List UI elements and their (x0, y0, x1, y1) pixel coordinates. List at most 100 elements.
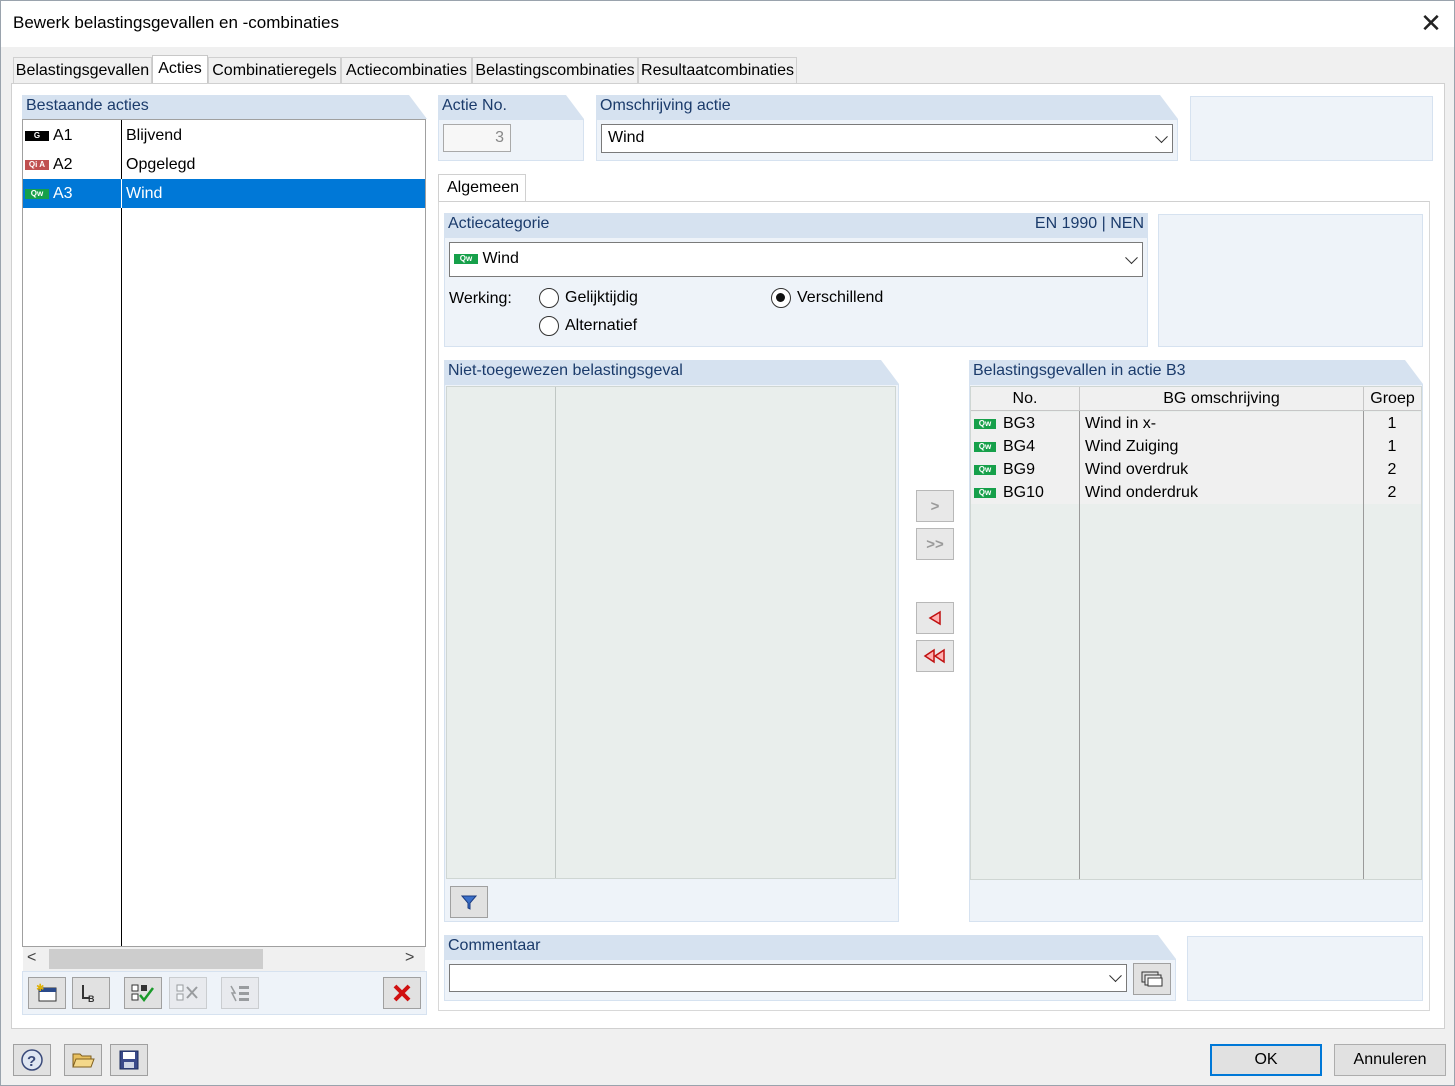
unassigned-header: Niet-toegewezen belastingsgeval (444, 360, 899, 384)
title-bar: Bewerk belastingsgevallen en -combinatie… (1, 1, 1454, 47)
column-header-no[interactable]: No. (971, 387, 1079, 411)
tab-resultaatcombinaties[interactable]: Resultaatcombinaties (638, 57, 797, 84)
scroll-right-icon[interactable]: > (405, 949, 414, 967)
help-icon: ? (21, 1049, 43, 1071)
list-item-id: A3 (53, 185, 73, 202)
save-button[interactable] (110, 1044, 148, 1076)
actions-toolbar: ✱ B (22, 971, 427, 1015)
category-title: Actiecategorie (448, 215, 550, 232)
svg-text:B: B (88, 994, 95, 1004)
werking-label: Werking: (449, 290, 512, 307)
imposed-badge-icon: Qi A (25, 159, 49, 170)
category-group: Qw Wind Werking: Gelijktijdig Verschille… (444, 237, 1148, 347)
list-item-name: Wind (126, 185, 163, 202)
tab-belastingsgevallen[interactable]: Belastingsgevallen (13, 57, 152, 84)
wind-badge-icon: Qw (974, 441, 996, 452)
row-no: BG4 (1003, 438, 1036, 455)
column-header-group[interactable]: Groep (1363, 387, 1421, 411)
delete-icon[interactable] (383, 977, 421, 1009)
action-no-field[interactable]: 3 (443, 124, 511, 152)
check-all-icon[interactable] (124, 977, 162, 1009)
tab-combinatieregels[interactable]: Combinatieregels (208, 57, 341, 84)
move-all-right-button[interactable]: >> (916, 528, 954, 560)
list-divider (121, 179, 122, 208)
comment-header: Commentaar (444, 935, 1176, 959)
arrow-left-icon (928, 610, 941, 626)
radio-verschillend[interactable]: Verschillend (771, 288, 883, 308)
move-left-button[interactable] (916, 602, 954, 634)
column-header-desc[interactable]: BG omschrijving (1079, 387, 1363, 411)
scrollbar-thumb[interactable] (49, 949, 263, 969)
action-desc-value: Wind (608, 129, 645, 146)
window-title: Bewerk belastingsgevallen en -combinatie… (13, 13, 340, 32)
actions-list: G A1 Blijvend Qi A A2 Opgelegd Qw A3 Win… (22, 119, 426, 947)
unassigned-grid[interactable] (446, 386, 896, 879)
row-no: BG10 (1003, 484, 1044, 501)
radio-circle[interactable] (771, 288, 791, 308)
row-group: 2 (1387, 461, 1397, 478)
move-right-button[interactable]: > (916, 490, 954, 522)
chevron-down-icon[interactable] (1109, 969, 1122, 983)
row-group: 1 (1387, 438, 1397, 455)
generate-icon[interactable] (221, 977, 259, 1009)
row-desc: Wind Zuiging (1085, 438, 1179, 455)
info-panel-comment (1187, 936, 1423, 1001)
comment-combo[interactable] (449, 964, 1127, 992)
ok-button[interactable]: OK (1210, 1044, 1322, 1076)
new-action-icon[interactable]: ✱ (28, 977, 66, 1009)
table-row[interactable]: Qw BG3 Wind in x- 1 (971, 412, 1421, 435)
info-panel-top (1190, 96, 1433, 161)
wind-badge-icon: Qw (974, 487, 996, 498)
row-no: BG9 (1003, 461, 1036, 478)
assigned-header: Belastingsgevallen in actie B3 (969, 360, 1423, 384)
radio-circle[interactable] (539, 288, 559, 308)
cancel-button[interactable]: Annuleren (1334, 1044, 1446, 1076)
chevron-down-icon[interactable] (1155, 129, 1168, 143)
open-button[interactable] (64, 1044, 102, 1076)
renumber-icon[interactable]: B (72, 977, 110, 1009)
list-item-a1[interactable]: G A1 Blijvend (23, 121, 425, 150)
row-desc: Wind overdruk (1085, 461, 1189, 478)
tab-acties[interactable]: Acties (152, 55, 208, 85)
table-row[interactable]: Qw BG10 Wind onderdruk 2 (971, 481, 1421, 504)
scroll-left-icon[interactable]: < (27, 949, 36, 967)
chevron-down-icon[interactable] (1125, 250, 1138, 264)
row-desc: Wind in x- (1085, 415, 1157, 432)
radio-label: Gelijktijdig (565, 289, 638, 306)
category-combo[interactable]: Qw Wind (449, 242, 1143, 277)
category-value: Wind (482, 250, 519, 267)
list-item-a2[interactable]: Qi A A2 Opgelegd (23, 150, 425, 179)
action-desc-combo[interactable]: Wind (601, 124, 1173, 153)
close-icon[interactable]: ✕ (1415, 7, 1447, 39)
table-row[interactable]: Qw BG4 Wind Zuiging 1 (971, 435, 1421, 458)
radio-gelijktijdig[interactable]: Gelijktijdig (539, 288, 638, 308)
radio-alternatief[interactable]: Alternatief (539, 316, 637, 336)
list-item-a3[interactable]: Qw A3 Wind (23, 179, 425, 208)
action-desc-group: Wind (596, 119, 1178, 161)
list-item-id: A2 (53, 156, 73, 173)
unassigned-group (444, 384, 899, 922)
assigned-grid[interactable]: No. BG omschrijving Groep Qw BG3 Wind in… (970, 386, 1422, 880)
comment-library-button[interactable] (1133, 963, 1171, 995)
action-no-header: Actie No. (438, 95, 584, 119)
help-button[interactable]: ? (13, 1044, 51, 1076)
tab-belastingscombinaties[interactable]: Belastingscombinaties (472, 57, 638, 84)
actions-list-header: Bestaande acties (22, 95, 427, 119)
horizontal-scrollbar[interactable]: < > (23, 947, 425, 971)
double-arrow-left-icon (923, 648, 945, 664)
filter-button[interactable] (450, 886, 488, 918)
category-norm: EN 1990 | NEN (1034, 215, 1144, 232)
subtab-algemeen[interactable]: Algemeen (438, 174, 526, 202)
table-row[interactable]: Qw BG9 Wind overdruk 2 (971, 458, 1421, 481)
permanent-badge-icon: G (25, 130, 49, 141)
assigned-group: No. BG omschrijving Groep Qw BG3 Wind in… (969, 384, 1423, 922)
radio-circle[interactable] (539, 316, 559, 336)
wind-badge-icon: Qw (454, 253, 478, 264)
tab-actiecombinaties[interactable]: Actiecombinaties (341, 57, 472, 84)
wind-badge-icon: Qw (974, 464, 996, 475)
row-desc: Wind onderdruk (1085, 484, 1198, 501)
uncheck-all-icon[interactable] (169, 977, 207, 1009)
list-item-name: Opgelegd (126, 156, 196, 173)
move-all-left-button[interactable] (916, 640, 954, 672)
row-no: BG3 (1003, 415, 1036, 432)
